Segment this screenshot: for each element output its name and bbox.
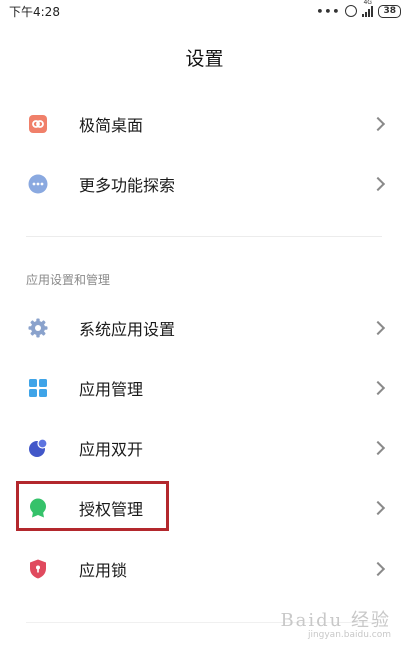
settings-item-more-features[interactable]: 更多功能探索 xyxy=(0,156,409,212)
system-app-settings-icon xyxy=(28,318,48,338)
chevron-right-icon xyxy=(370,380,386,396)
settings-item-minimal-desktop[interactable]: 极简桌面 xyxy=(0,96,409,152)
settings-item-label: 应用锁 xyxy=(79,561,128,580)
baidu-watermark: Baidu 经验 jingyan.baidu.com xyxy=(280,606,391,640)
dual-apps-icon xyxy=(28,438,48,458)
app-management-icon xyxy=(28,378,48,398)
notification-dots-icon: ••• xyxy=(316,4,341,18)
settings-item-app-lock[interactable]: 应用锁 xyxy=(0,541,409,597)
chevron-right-icon xyxy=(370,500,386,516)
settings-item-label: 应用双开 xyxy=(79,440,144,459)
signal-icon: 4G xyxy=(362,0,374,17)
status-time: 下午4:28 xyxy=(9,5,60,19)
battery-icon: 38 xyxy=(378,4,401,18)
chevron-right-icon xyxy=(370,561,386,577)
settings-item-label: 更多功能探索 xyxy=(79,176,176,195)
settings-item-dual-apps[interactable]: 应用双开 xyxy=(0,420,409,476)
watermark-main: Baidu 经验 xyxy=(280,610,391,631)
section-header: 应用设置和管理 xyxy=(26,273,111,287)
settings-item-label: 系统应用设置 xyxy=(79,320,176,339)
settings-item-label: 极简桌面 xyxy=(79,116,144,135)
status-icons: ••• 4G 38 xyxy=(316,0,401,19)
status-bar: 下午4:28 ••• 4G 38 xyxy=(0,0,409,22)
chevron-right-icon xyxy=(370,176,386,192)
section-divider xyxy=(26,236,382,237)
settings-item-label: 应用管理 xyxy=(79,380,144,399)
more-features-icon xyxy=(28,174,48,194)
settings-item-system-app-settings[interactable]: 系统应用设置 xyxy=(0,300,409,356)
minimal-desktop-icon xyxy=(28,114,48,134)
page-title: 设置 xyxy=(185,48,224,70)
highlight-box xyxy=(16,481,169,531)
settings-item-app-management[interactable]: 应用管理 xyxy=(0,360,409,416)
network-type: 4G xyxy=(363,0,372,6)
chevron-right-icon xyxy=(370,440,386,456)
chevron-right-icon xyxy=(370,320,386,336)
chevron-right-icon xyxy=(370,116,386,132)
app-lock-icon xyxy=(28,559,48,579)
alarm-icon xyxy=(345,5,358,17)
